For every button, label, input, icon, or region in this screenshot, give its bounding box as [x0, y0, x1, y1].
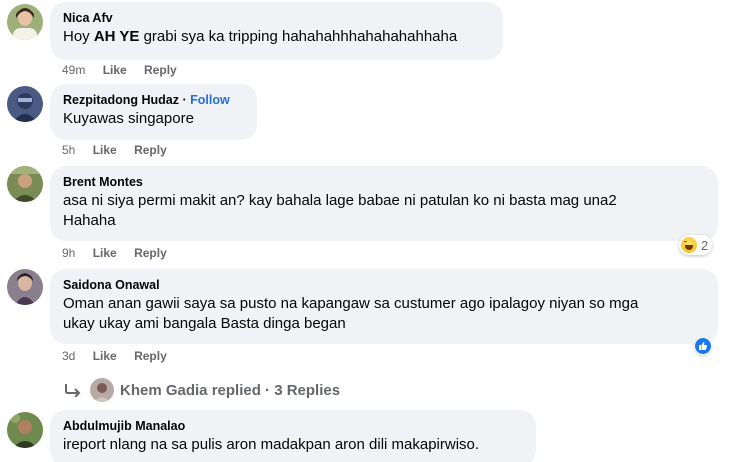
avatar[interactable] [7, 269, 43, 305]
like-button[interactable]: Like [103, 63, 127, 77]
reaction-summary[interactable]: 2 [679, 235, 713, 255]
comment-actions: 5h Like Reply [62, 143, 181, 157]
reply-arrow-icon [65, 384, 81, 397]
reply-button[interactable]: Reply [134, 143, 167, 157]
avatar[interactable] [7, 166, 43, 202]
comment-time[interactable]: 9h [62, 246, 75, 260]
comment-author[interactable]: Rezpitadong Hudaz [63, 93, 179, 107]
comment-text-line: asa ni siya permi makit an? kay bahala l… [63, 192, 617, 209]
replies-summary-text: Khem Gadia replied · 3 Replies [120, 381, 341, 399]
comment-time[interactable]: 49m [62, 63, 85, 77]
comment-text: Kuyawas singapore [63, 110, 194, 127]
mention-tag[interactable]: AH YE [94, 28, 140, 45]
avatar [90, 378, 114, 402]
separator-dot: · [182, 93, 187, 107]
comment-bubble: Abdulmujib Manalao ireport nlang na sa p… [50, 410, 536, 462]
like-button[interactable]: Like [93, 143, 117, 157]
comment-actions: 9h Like Reply [62, 246, 181, 260]
comment-author[interactable]: Nica Afv [63, 10, 491, 26]
comment-bubble: Rezpitadong Hudaz · Follow Kuyawas singa… [50, 84, 257, 140]
comment-author[interactable]: Saidona Onawal [63, 277, 706, 293]
comment-text: ireport nlang na sa pulis aron madakpan … [63, 436, 480, 453]
reply-button[interactable]: Reply [134, 246, 167, 260]
comment-text: Hoy AH YE grabi sya ka tripping hahahahh… [63, 28, 458, 45]
comment-text-line: Oman anan gawii saya sa pusto na kapanga… [63, 295, 639, 312]
view-replies-link[interactable]: Khem Gadia replied · 3 Replies [64, 378, 340, 402]
comment-time[interactable]: 3d [62, 349, 75, 363]
avatar[interactable] [7, 4, 43, 40]
comment-actions: 3d Like Reply [62, 349, 181, 363]
reply-button[interactable]: Reply [134, 349, 167, 363]
comment-text-line: Hahaha [63, 212, 116, 229]
comment-bubble: Brent Montes asa ni siya permi makit an?… [50, 166, 718, 241]
like-thumb-icon[interactable] [694, 337, 712, 355]
avatar[interactable] [7, 412, 43, 448]
comment-author-line: Rezpitadong Hudaz · Follow [63, 92, 245, 108]
comment-bubble: Saidona Onawal Oman anan gawii saya sa p… [50, 269, 718, 344]
avatar[interactable] [7, 86, 43, 122]
comment-author[interactable]: Abdulmujib Manalao [63, 418, 524, 434]
haha-emoji-icon [681, 237, 697, 253]
like-button[interactable]: Like [93, 246, 117, 260]
follow-button[interactable]: Follow [190, 93, 230, 107]
like-button[interactable]: Like [93, 349, 117, 363]
comment-actions: 49m Like Reply [62, 63, 191, 77]
comment-time[interactable]: 5h [62, 143, 75, 157]
comment-author[interactable]: Brent Montes [63, 174, 706, 190]
comment-text-line: ukay ukay ami bangala Basta dinga began [63, 315, 346, 332]
reply-button[interactable]: Reply [144, 63, 177, 77]
reaction-count: 2 [701, 237, 709, 253]
comment-bubble: Nica Afv Hoy AH YE grabi sya ka tripping… [50, 2, 503, 60]
